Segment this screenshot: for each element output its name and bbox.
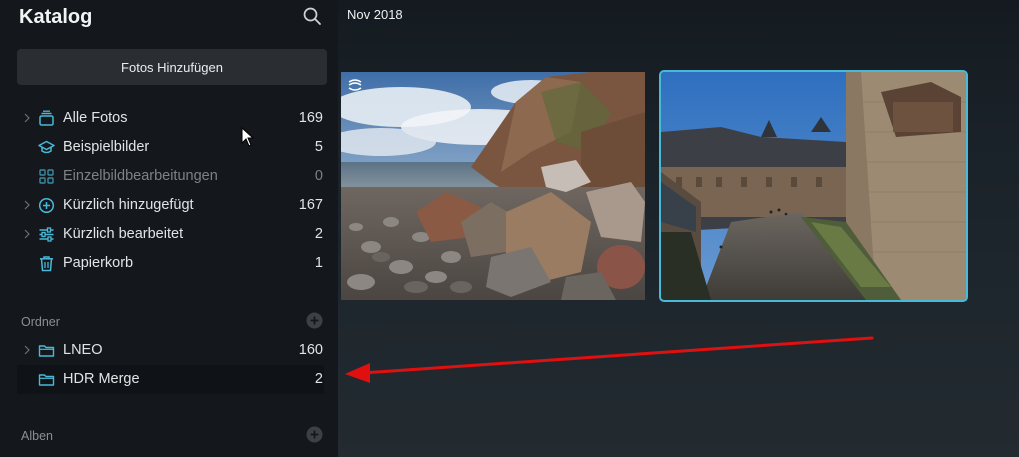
sidebar-item-count: 169 <box>298 110 323 126</box>
sidebar-item-all-photos[interactable]: Alle Fotos 169 <box>0 104 338 133</box>
chevron-right-icon[interactable] <box>23 229 31 239</box>
sidebar-item-single-edits[interactable]: Einzelbildbearbeitungen 0 <box>0 162 338 191</box>
photo-grid-area: Nov 2018 <box>338 0 1019 457</box>
folder-item-lneo[interactable]: LNEO 160 <box>0 336 338 365</box>
albums-section-header: Alben <box>21 429 53 443</box>
sidebar-item-recently-added[interactable]: Kürzlich hinzugefügt 167 <box>0 191 338 220</box>
stack-icon <box>39 110 54 126</box>
sidebar-item-label: Beispielbilder <box>63 139 150 155</box>
sidebar-item-label: Kürzlich hinzugefügt <box>63 197 194 213</box>
chevron-right-icon[interactable] <box>23 345 31 355</box>
photo-image <box>341 72 645 300</box>
folder-count: 2 <box>314 371 323 387</box>
plus-circle-icon <box>38 197 55 214</box>
sidebar-item-sample-images[interactable]: Beispielbilder 5 <box>0 133 338 162</box>
date-group-header: Nov 2018 <box>347 7 403 22</box>
sliders-icon <box>39 227 54 242</box>
app-window: Katalog Fotos Hinzufügen Alle Fotos 169 <box>0 0 1019 457</box>
add-folder-icon[interactable] <box>306 312 323 329</box>
folders-section-header: Ordner <box>21 315 60 329</box>
sidebar-item-count: 2 <box>314 226 323 242</box>
sidebar-item-count: 167 <box>298 197 323 213</box>
graduation-cap-icon <box>38 140 55 154</box>
folder-icon <box>38 345 55 357</box>
folder-icon <box>38 374 55 386</box>
folder-count: 160 <box>298 342 323 358</box>
sidebar: Katalog Fotos Hinzufügen Alle Fotos 169 <box>0 0 338 457</box>
sidebar-item-trash[interactable]: Papierkorb 1 <box>0 249 338 278</box>
chevron-right-icon[interactable] <box>23 113 31 123</box>
add-album-icon[interactable] <box>306 426 323 443</box>
trash-icon <box>40 256 53 272</box>
folder-item-hdr-merge[interactable]: HDR Merge 2 <box>17 365 324 394</box>
photo-image <box>661 72 966 300</box>
catalog-nav-list: Alle Fotos 169 Beispielbilder 5 Einzelbi… <box>0 104 338 278</box>
chevron-right-icon[interactable] <box>23 200 31 210</box>
coastal-rocks-photo[interactable] <box>341 72 645 300</box>
sidebar-item-label: Kürzlich bearbeitet <box>63 226 184 242</box>
sidebar-item-count: 0 <box>314 168 323 184</box>
sidebar-item-count: 5 <box>314 139 323 155</box>
mouse-cursor-icon <box>241 127 255 147</box>
sidebar-item-label: Alle Fotos <box>63 110 128 126</box>
search-icon[interactable] <box>302 6 322 26</box>
grid-icon <box>39 169 54 184</box>
sidebar-item-recently-edited[interactable]: Kürzlich bearbeitet 2 <box>0 220 338 249</box>
sidebar-item-label: Papierkorb <box>63 255 134 271</box>
sidebar-item-count: 1 <box>314 255 323 271</box>
add-photos-button[interactable]: Fotos Hinzufügen <box>17 49 327 85</box>
stack-badge-icon <box>348 79 362 91</box>
sidebar-item-label: Einzelbildbearbeitungen <box>63 168 218 184</box>
castle-courtyard-photo[interactable] <box>659 70 968 302</box>
catalog-title: Katalog <box>19 6 93 28</box>
folder-label: LNEO <box>63 342 103 358</box>
folder-list: LNEO 160 HDR Merge 2 <box>0 336 338 394</box>
folder-label: HDR Merge <box>63 371 140 387</box>
